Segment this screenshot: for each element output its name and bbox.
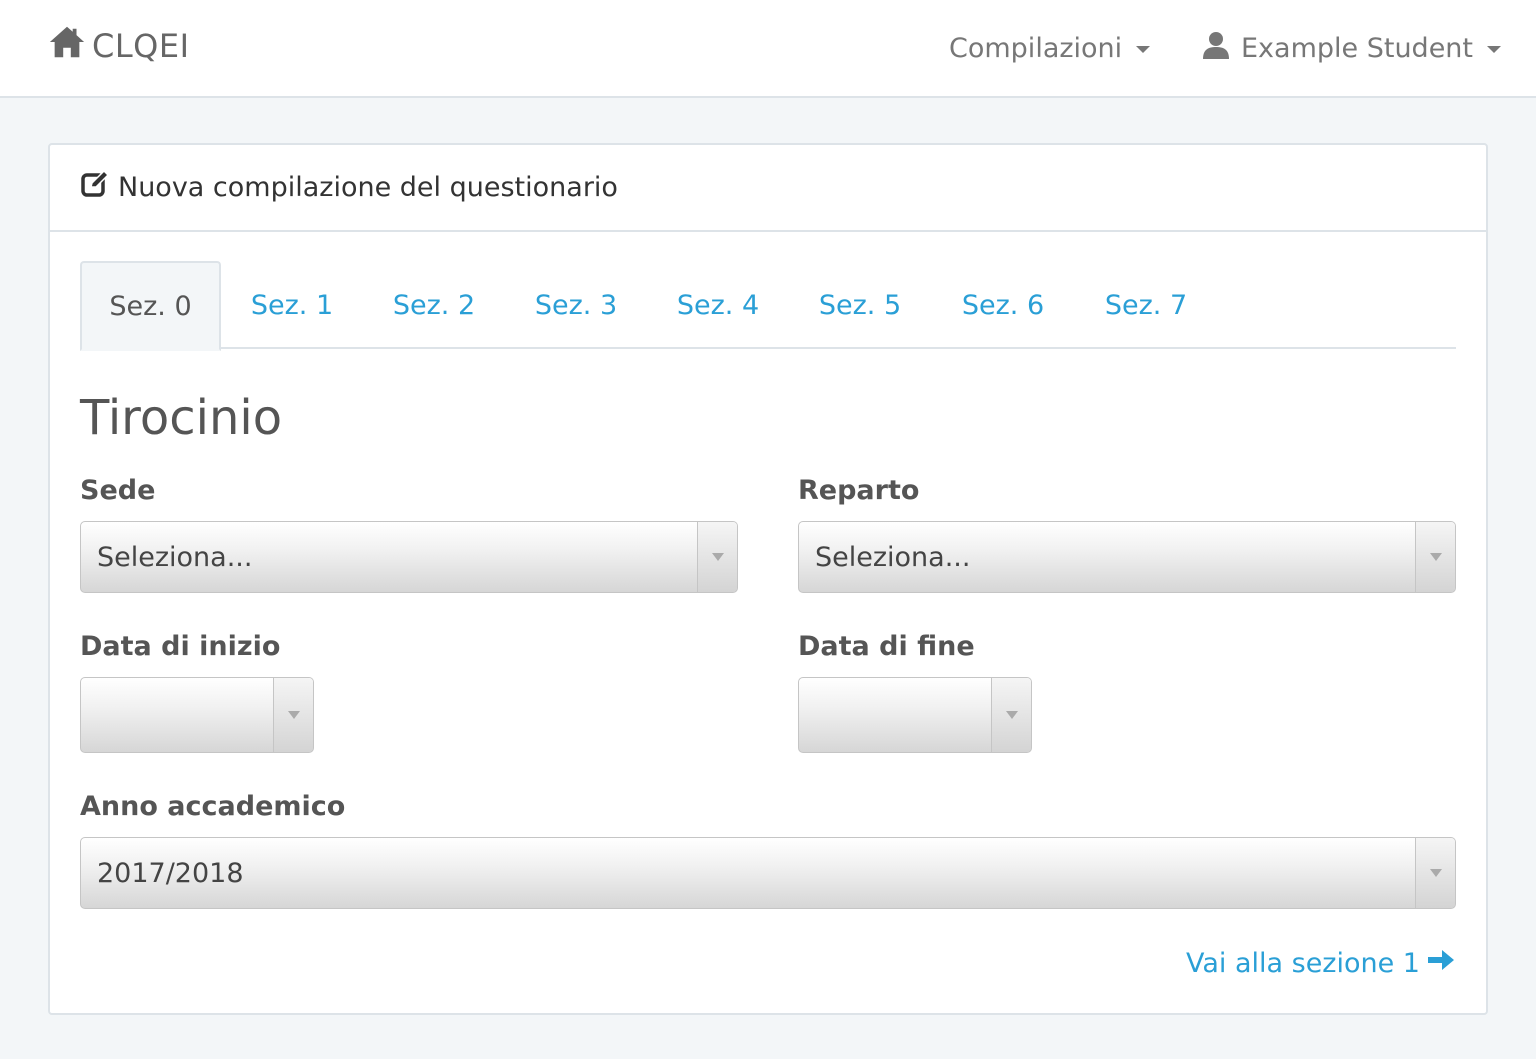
tab-sez-0[interactable]: Sez. 0 bbox=[80, 261, 221, 351]
data-inizio-select[interactable] bbox=[80, 677, 314, 753]
home-icon bbox=[48, 23, 86, 69]
navbar: CLQEI Compilazioni Example Student bbox=[0, 0, 1536, 98]
brand-link[interactable]: CLQEI bbox=[48, 24, 190, 68]
user-dropdown[interactable]: Example Student bbox=[1201, 28, 1502, 68]
anno-accademico-select[interactable]: 2017/2018 bbox=[80, 837, 1456, 909]
edit-icon bbox=[80, 169, 110, 206]
reparto-select[interactable]: Seleziona... bbox=[798, 521, 1456, 593]
questionnaire-panel: Nuova compilazione del questionario Sez.… bbox=[48, 143, 1488, 1015]
sede-value: Seleziona... bbox=[97, 541, 253, 573]
chevron-down-icon bbox=[1415, 522, 1455, 592]
tab-sez-3[interactable]: Sez. 3 bbox=[505, 261, 647, 349]
panel-title: Nuova compilazione del questionario bbox=[118, 172, 618, 203]
section-title: Tirocinio bbox=[80, 390, 283, 446]
chevron-down-icon bbox=[273, 678, 313, 752]
data-fine-select[interactable] bbox=[798, 677, 1032, 753]
reparto-value: Seleziona... bbox=[815, 541, 971, 573]
caret-down-icon bbox=[1487, 45, 1502, 53]
compilazioni-label: Compilazioni bbox=[949, 32, 1123, 64]
chevron-down-icon bbox=[697, 522, 737, 592]
sede-label: Sede bbox=[80, 475, 156, 506]
data-inizio-label: Data di inizio bbox=[80, 631, 281, 662]
tab-sez-6[interactable]: Sez. 6 bbox=[931, 261, 1075, 349]
anno-label: Anno accademico bbox=[80, 791, 346, 822]
tab-sez-5[interactable]: Sez. 5 bbox=[789, 261, 931, 349]
caret-down-icon bbox=[1136, 45, 1151, 53]
tab-sez-2[interactable]: Sez. 2 bbox=[363, 261, 505, 349]
tab-sez-7[interactable]: Sez. 7 bbox=[1075, 261, 1217, 349]
tab-sez-4[interactable]: Sez. 4 bbox=[647, 261, 789, 349]
chevron-down-icon bbox=[991, 678, 1031, 752]
next-section-link[interactable]: Vai alla sezione 1 bbox=[1186, 945, 1456, 982]
anno-value: 2017/2018 bbox=[97, 857, 244, 889]
user-icon bbox=[1201, 30, 1231, 67]
tab-sez-1[interactable]: Sez. 1 bbox=[221, 261, 363, 349]
sede-select[interactable]: Seleziona... bbox=[80, 521, 738, 593]
arrow-right-icon bbox=[1426, 945, 1456, 982]
compilazioni-dropdown[interactable]: Compilazioni bbox=[949, 28, 1151, 68]
panel-heading: Nuova compilazione del questionario bbox=[50, 145, 1486, 232]
next-section-label: Vai alla sezione 1 bbox=[1185, 948, 1420, 979]
reparto-label: Reparto bbox=[798, 475, 920, 506]
data-fine-label: Data di fine bbox=[798, 631, 975, 662]
brand-text: CLQEI bbox=[92, 27, 190, 65]
chevron-down-icon bbox=[1415, 838, 1455, 908]
user-name: Example Student bbox=[1241, 32, 1474, 64]
section-tabs: Sez. 0 Sez. 1 Sez. 2 Sez. 3 Sez. 4 Sez. … bbox=[80, 261, 1456, 351]
